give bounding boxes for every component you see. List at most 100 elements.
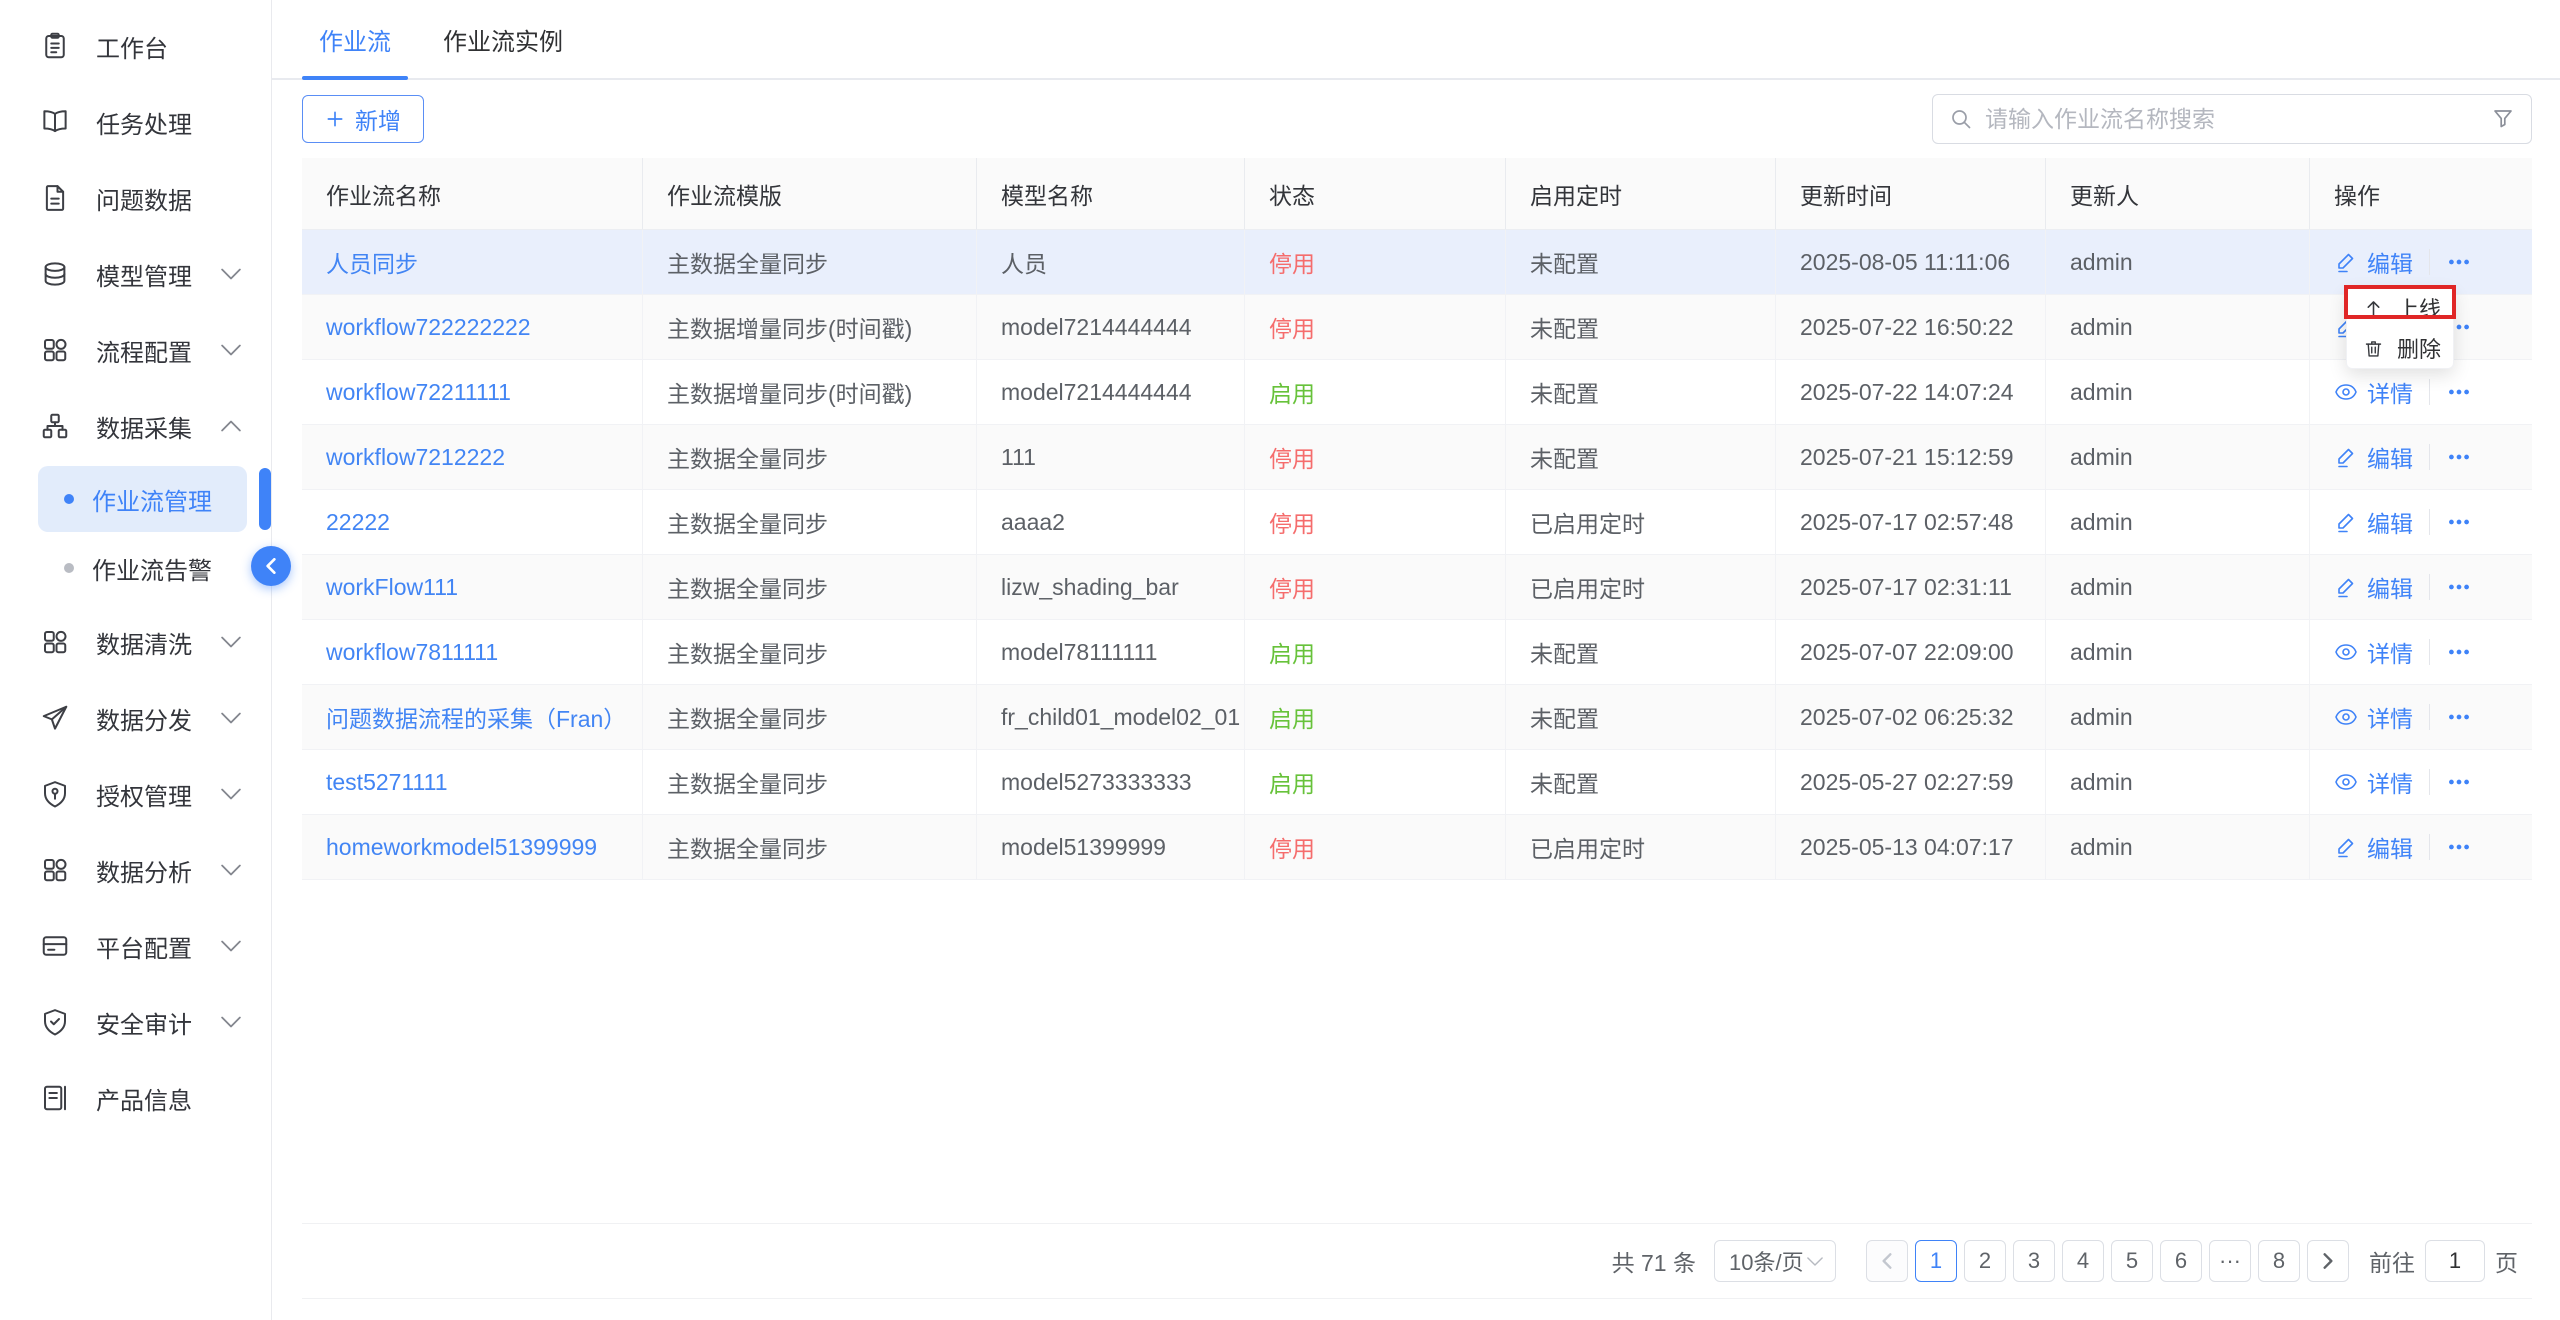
menu-item-label: 上线 xyxy=(2397,292,2441,324)
update-time-cell: 2025-07-22 14:07:24 xyxy=(1776,360,2046,424)
more-actions-button[interactable] xyxy=(2446,769,2472,795)
model-cell: 人员 xyxy=(977,230,1245,294)
status-badge: 启用 xyxy=(1269,700,1315,734)
timer-cell: 未配置 xyxy=(1506,685,1776,749)
tab-workflow-instance[interactable]: 作业流实例 xyxy=(426,0,580,78)
sidebar-item-issue-data[interactable]: 问题数据 xyxy=(0,160,271,236)
ellipsis-icon xyxy=(2446,639,2472,665)
sitemap-icon xyxy=(40,411,70,441)
sidebar-item-label: 产品信息 xyxy=(96,1081,192,1116)
detail-button[interactable]: 详情 xyxy=(2334,635,2413,669)
search-input[interactable] xyxy=(1985,106,2479,133)
more-actions-button[interactable] xyxy=(2446,704,2472,730)
sidebar-subitem-workflow-management[interactable]: 作业流管理 xyxy=(38,466,247,532)
edit-button[interactable]: 编辑 xyxy=(2334,245,2413,279)
page-button-5[interactable]: 5 xyxy=(2111,1240,2153,1282)
page-button-2[interactable]: 2 xyxy=(1964,1240,2006,1282)
workflow-name-link[interactable]: 22222 xyxy=(326,509,390,536)
search-icon xyxy=(1949,107,1973,131)
add-button[interactable]: 新增 xyxy=(302,95,424,143)
sidebar-item-security-audit[interactable]: 安全审计 xyxy=(0,984,271,1060)
edit-button[interactable]: 编辑 xyxy=(2334,505,2413,539)
edit-button[interactable]: 编辑 xyxy=(2334,830,2413,864)
prev-page-button[interactable] xyxy=(1866,1240,1908,1282)
tab-bar: 作业流 作业流实例 xyxy=(272,0,2560,80)
column-header-updater: 更新人 xyxy=(2046,158,2310,229)
updater-cell: admin xyxy=(2046,685,2310,749)
sidebar-item-data-analysis[interactable]: 数据分析 xyxy=(0,832,271,908)
tab-workflow[interactable]: 作业流 xyxy=(302,0,408,78)
workflow-name-link[interactable]: homeworkmodel51399999 xyxy=(326,834,597,861)
workflow-name-link[interactable]: workFlow111 xyxy=(326,574,458,601)
page-button-3[interactable]: 3 xyxy=(2013,1240,2055,1282)
workflow-name-link[interactable]: test5271111 xyxy=(326,769,448,796)
sidebar-item-auth-management[interactable]: 授权管理 xyxy=(0,756,271,832)
sidebar-item-data-collection[interactable]: 数据采集 xyxy=(0,388,271,464)
sidebar-item-product-info[interactable]: 产品信息 xyxy=(0,1060,271,1136)
sidebar-collapse-button[interactable] xyxy=(251,546,291,586)
workflow-name-link[interactable]: workflow722222222 xyxy=(326,314,531,341)
more-actions-button[interactable] xyxy=(2446,639,2472,665)
page-button-1[interactable]: 1 xyxy=(1915,1240,1957,1282)
detail-button[interactable]: 详情 xyxy=(2334,765,2413,799)
table-row: workflow7811111 主数据全量同步 model78111111 启用… xyxy=(302,620,2532,685)
timer-cell: 未配置 xyxy=(1506,425,1776,489)
more-actions-button[interactable] xyxy=(2446,444,2472,470)
chevron-down-icon xyxy=(221,1016,241,1028)
workflow-name-link[interactable]: 人员同步 xyxy=(326,245,418,279)
workflow-name-link[interactable]: workflow7811111 xyxy=(326,639,498,666)
sidebar-item-flow-config[interactable]: 流程配置 xyxy=(0,312,271,388)
more-actions-button[interactable] xyxy=(2446,834,2472,860)
detail-button[interactable]: 详情 xyxy=(2334,700,2413,734)
page-button-8[interactable]: 8 xyxy=(2258,1240,2300,1282)
page-button-4[interactable]: 4 xyxy=(2062,1240,2104,1282)
template-cell: 主数据全量同步 xyxy=(643,490,977,554)
database-icon xyxy=(40,259,70,289)
more-actions-button[interactable] xyxy=(2446,249,2472,275)
sidebar-item-label: 模型管理 xyxy=(96,257,192,292)
goto-page-input[interactable] xyxy=(2425,1240,2485,1282)
workflow-name-link[interactable]: workflow7212222 xyxy=(326,444,505,471)
page-size-select[interactable]: 10条/页 xyxy=(1714,1240,1836,1282)
edit-button[interactable]: 编辑 xyxy=(2334,440,2413,474)
action-divider xyxy=(2429,444,2430,470)
page-unit-label: 页 xyxy=(2495,1244,2518,1278)
shield-check-icon xyxy=(40,1007,70,1037)
table-row: 问题数据流程的采集（Fran） 主数据全量同步 fr_child01_model… xyxy=(302,685,2532,750)
sidebar-item-label: 安全审计 xyxy=(96,1005,192,1040)
sidebar-item-data-cleaning[interactable]: 数据清洗 xyxy=(0,604,271,680)
workflow-name-link[interactable]: workflow72211111 xyxy=(326,379,511,406)
sidebar-item-platform-config[interactable]: 平台配置 xyxy=(0,908,271,984)
action-divider xyxy=(2429,249,2430,275)
filter-icon[interactable] xyxy=(2491,107,2515,131)
more-actions-button[interactable] xyxy=(2446,509,2472,535)
sidebar-item-label: 流程配置 xyxy=(96,333,192,368)
timer-cell: 未配置 xyxy=(1506,360,1776,424)
sidebar-item-data-distribution[interactable]: 数据分发 xyxy=(0,680,271,756)
model-cell: aaaa2 xyxy=(977,490,1245,554)
more-actions-button[interactable] xyxy=(2446,379,2472,405)
paper-plane-icon xyxy=(40,703,70,733)
sidebar-subitem-workflow-alert[interactable]: 作业流告警 xyxy=(0,534,271,602)
menu-item-online[interactable]: 上线 xyxy=(2347,288,2453,328)
more-actions-button[interactable] xyxy=(2446,574,2472,600)
sidebar-item-workbench[interactable]: 工作台 xyxy=(0,8,271,84)
more-pages-button[interactable]: ··· xyxy=(2209,1240,2251,1282)
app-window: 工作台 任务处理 问题数据 模型管理 流程配置 xyxy=(0,0,2560,1320)
edit-button[interactable]: 编辑 xyxy=(2334,570,2413,604)
total-count: 共 71 条 xyxy=(1612,1244,1696,1278)
updater-cell: admin xyxy=(2046,750,2310,814)
next-page-button[interactable] xyxy=(2307,1240,2349,1282)
menu-item-delete[interactable]: 删除 xyxy=(2347,328,2453,368)
update-time-cell: 2025-07-17 02:57:48 xyxy=(1776,490,2046,554)
sidebar-item-model-management[interactable]: 模型管理 xyxy=(0,236,271,312)
workflow-name-link[interactable]: 问题数据流程的采集（Fran） xyxy=(326,700,626,734)
detail-button[interactable]: 详情 xyxy=(2334,375,2413,409)
column-header-workflow-name: 作业流名称 xyxy=(302,158,643,229)
chevron-left-icon xyxy=(1881,1253,1893,1269)
sidebar-item-task-processing[interactable]: 任务处理 xyxy=(0,84,271,160)
update-time-cell: 2025-07-07 22:09:00 xyxy=(1776,620,2046,684)
sidebar-item-label: 数据采集 xyxy=(96,409,192,444)
page-button-6[interactable]: 6 xyxy=(2160,1240,2202,1282)
updater-cell: admin xyxy=(2046,490,2310,554)
